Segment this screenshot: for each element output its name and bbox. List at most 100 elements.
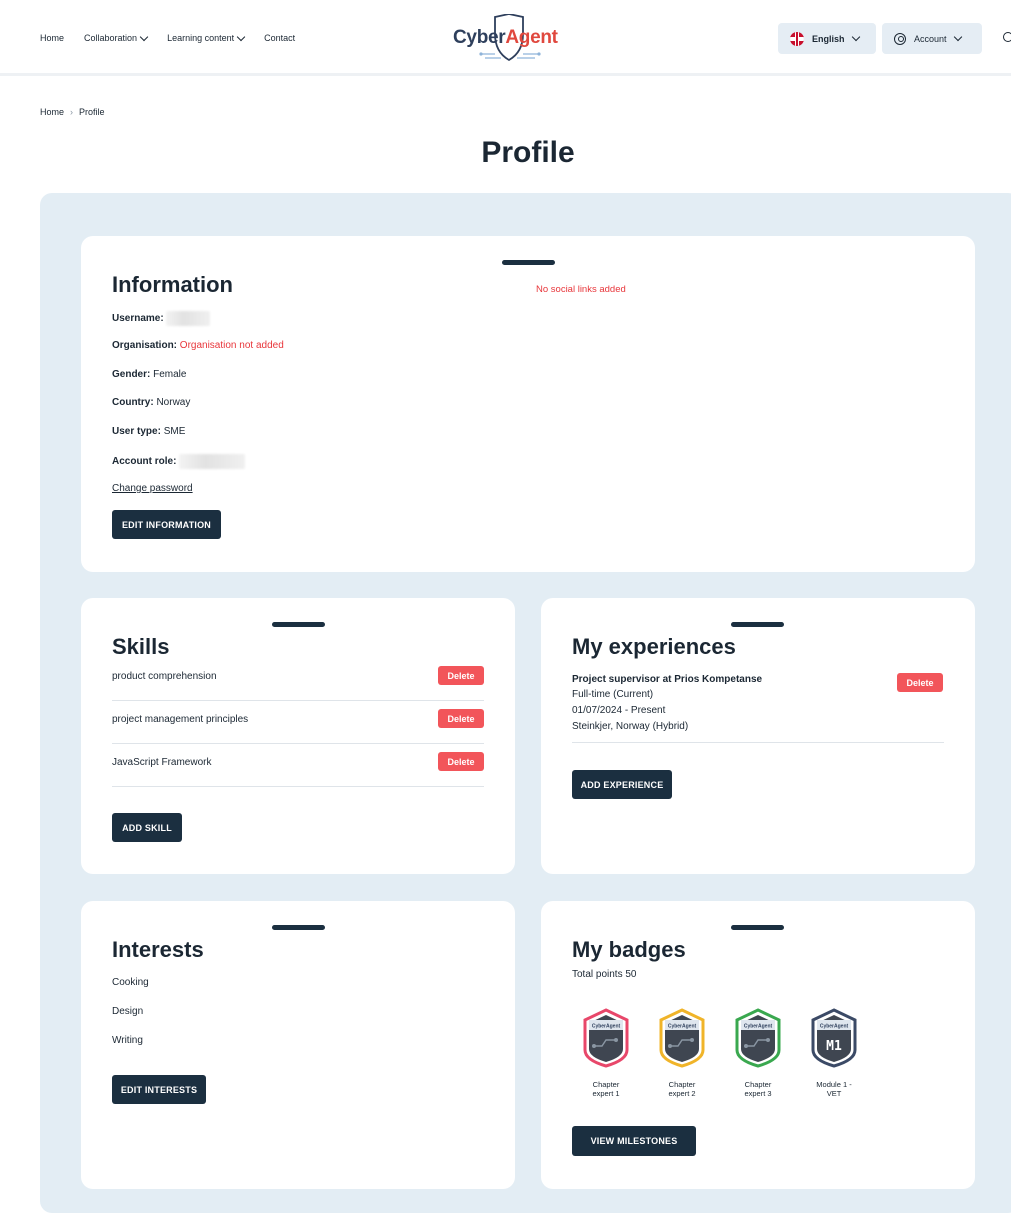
badge-label-line: VET <box>826 1089 842 1098</box>
skills-title: Skills <box>112 634 170 659</box>
language-selector[interactable]: English <box>778 23 876 54</box>
experiences-card: My experiences Project supervisor at Pri… <box>541 598 975 874</box>
breadcrumb: Home › Profile <box>40 107 105 117</box>
delete-skill-button[interactable]: Delete <box>438 752 484 771</box>
delete-skill-button[interactable]: Delete <box>438 666 484 685</box>
card-handle <box>272 925 325 930</box>
breadcrumb-home[interactable]: Home <box>40 107 64 117</box>
card-handle <box>731 925 784 930</box>
info-country: Country: Norway <box>112 397 191 408</box>
experiences-title: My experiences <box>572 634 736 659</box>
nav-collaboration[interactable]: Collaboration <box>84 32 149 43</box>
badges-title: My badges <box>572 937 686 962</box>
chevron-down-icon <box>953 32 962 42</box>
badge-item[interactable]: CyberAgent M1 Module 1 - VET <box>810 1008 858 1098</box>
redacted-value <box>166 311 211 326</box>
svg-text:CyberAgent: CyberAgent <box>668 1024 697 1030</box>
svg-text:CyberAgent: CyberAgent <box>744 1024 773 1030</box>
edit-information-button[interactable]: EDIT INFORMATION <box>112 510 221 539</box>
divider <box>572 742 944 743</box>
skill-row: product comprehension Delete <box>112 658 484 701</box>
skill-label: JavaScript Framework <box>112 757 212 768</box>
information-title: Information <box>112 272 233 297</box>
experience-type: Full-time (Current) <box>572 689 654 700</box>
svg-text:CyberAgent: CyberAgent <box>820 1024 849 1030</box>
badge-label-line: Chapter <box>592 1080 620 1089</box>
info-organisation: Organisation: Organisation not added <box>112 340 284 351</box>
user-icon <box>894 32 906 45</box>
badge-label-line: expert 3 <box>744 1089 772 1098</box>
add-skill-button[interactable]: ADD SKILL <box>112 813 182 842</box>
skills-card: Skills product comprehension Delete proj… <box>81 598 515 874</box>
interest-item: Writing <box>112 1035 143 1046</box>
delete-experience-button[interactable]: Delete <box>897 673 943 692</box>
breadcrumb-current: Profile <box>79 107 105 117</box>
page-title: Profile <box>481 136 575 169</box>
badge-item[interactable]: CyberAgent Chapter expert 2 <box>658 1008 706 1098</box>
edit-interests-button[interactable]: EDIT INTERESTS <box>112 1075 206 1104</box>
chevron-down-icon <box>851 32 860 42</box>
skill-row: JavaScript Framework Delete <box>112 744 484 787</box>
badge-label-line: Chapter <box>668 1080 696 1089</box>
cyberagent-logo[interactable]: CyberAgent <box>451 14 567 64</box>
interests-card: Interests Cooking Design Writing EDIT IN… <box>81 901 515 1189</box>
experience-title: Project supervisor at Prios Kompetanse <box>572 674 763 685</box>
chevron-right-icon: › <box>70 107 74 117</box>
badge-label: Chapter expert 3 <box>724 1080 792 1098</box>
badge-label-line: Chapter <box>744 1080 772 1089</box>
account-label: Account <box>914 33 947 44</box>
chevron-down-icon <box>236 32 246 41</box>
redacted-value <box>179 454 246 469</box>
badge-shield-icon: CyberAgent M1 <box>811 1008 857 1068</box>
total-points: Total points 50 <box>572 969 637 980</box>
badge-label: Chapter expert 2 <box>648 1080 716 1098</box>
delete-skill-button[interactable]: Delete <box>438 709 484 728</box>
badge-shield-icon: CyberAgent <box>583 1008 629 1068</box>
info-account-role: Account role: <box>112 454 246 469</box>
nav-learning-content[interactable]: Learning content <box>167 32 246 43</box>
language-label: English <box>812 33 845 44</box>
interest-item: Design <box>112 1006 144 1017</box>
card-handle <box>502 260 555 265</box>
svg-text:CyberAgent: CyberAgent <box>592 1024 621 1030</box>
nav-learning-content-label: Learning content <box>167 33 235 43</box>
skill-row: project management principles Delete <box>112 701 484 744</box>
card-handle <box>272 622 325 627</box>
account-menu[interactable]: Account <box>882 23 982 54</box>
search-icon[interactable] <box>1003 32 1011 42</box>
main-nav: Home Collaboration Learning content Cont… <box>40 32 295 43</box>
nav-home[interactable]: Home <box>40 33 64 43</box>
badge-label-line: expert 2 <box>668 1089 696 1098</box>
badge-item[interactable]: CyberAgent Chapter expert 1 <box>582 1008 630 1098</box>
badges-card: My badges Total points 50 CyberAgent Chap… <box>541 901 975 1189</box>
interest-item: Cooking <box>112 977 149 988</box>
nav-collaboration-label: Collaboration <box>84 33 138 43</box>
svg-text:M1: M1 <box>826 1039 842 1054</box>
uk-flag-icon <box>790 31 804 46</box>
badge-shield-icon: CyberAgent <box>659 1008 705 1068</box>
interests-title: Interests <box>112 937 204 962</box>
nav-contact-label: Contact <box>264 33 296 43</box>
experience-location: Steinkjer, Norway (Hybrid) <box>572 721 689 732</box>
skill-label: product comprehension <box>112 671 217 682</box>
skill-label: project management principles <box>112 714 249 725</box>
experience-dates: 01/07/2024 - Present <box>572 705 666 716</box>
badge-label: Chapter expert 1 <box>572 1080 640 1098</box>
information-card: Information No social links added Userna… <box>81 236 975 572</box>
logo-wordmark: CyberAgent <box>453 27 558 48</box>
nav-home-label: Home <box>40 33 65 43</box>
info-username: Username: <box>112 311 211 326</box>
badge-item[interactable]: CyberAgent Chapter expert 3 <box>734 1008 782 1098</box>
change-password-link[interactable]: Change password <box>112 483 193 494</box>
info-user-type: User type: SME <box>112 426 186 437</box>
card-handle <box>731 622 784 627</box>
info-gender: Gender: Female <box>112 369 187 380</box>
nav-contact[interactable]: Contact <box>264 33 295 43</box>
chevron-down-icon <box>139 32 149 41</box>
badge-label-line: expert 1 <box>592 1089 620 1098</box>
badge-shield-icon: CyberAgent <box>735 1008 781 1068</box>
site-header: Home Collaboration Learning content Cont… <box>0 0 1011 76</box>
social-links-status: No social links added <box>536 284 626 295</box>
add-experience-button[interactable]: ADD EXPERIENCE <box>572 770 672 799</box>
view-milestones-button[interactable]: VIEW MILESTONES <box>572 1126 696 1156</box>
